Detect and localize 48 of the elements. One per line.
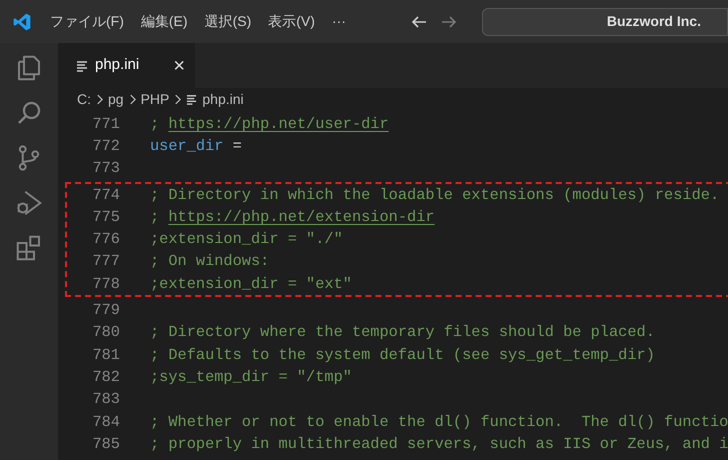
code-line: ; Defaults to the system default (see sys_get_temp_dir) [150,344,655,366]
code-line: ; Whether or not to enable the dl() function. The dl() functio [150,412,728,433]
line-number: 778 [91,274,120,295]
lines-icon [186,94,198,104]
line-number: 777 [91,251,120,272]
line-number: 774 [91,184,120,206]
chevron-icon [128,94,136,104]
code-line: ; https://php.net/extension-dir [150,206,435,228]
menu-item[interactable]: ファイル(F) [42,11,132,32]
line-number: 783 [91,389,120,410]
line-number: 771 [91,114,120,135]
lines-icon [76,60,88,72]
menu-item[interactable]: 編集(E) [132,11,196,32]
code-line: ;extension_dir = "./" [150,229,343,250]
breadcrumb-item[interactable]: pg [108,88,124,110]
breadcrumb-item[interactable]: PHP [140,88,170,110]
code-line: ;extension_dir = "ext" [150,274,352,295]
code-line: ; Directory where the temporary files should be placed. [150,322,655,344]
code-line: ; properly in multithreaded servers, such as IIS or Zeus, and i [150,434,728,455]
breadcrumb-item[interactable]: php.ini [202,88,244,110]
line-number: 781 [91,344,120,366]
code-line: user_dir = [150,136,242,157]
line-number: 776 [91,229,120,250]
search-field[interactable]: Buzzword Inc. [482,8,728,36]
app-logo-icon [12,12,32,32]
code-line: ; On windows: [150,251,270,272]
menu-item[interactable]: 選択(S) [196,11,260,32]
line-number: 780 [91,322,120,344]
menu-item[interactable]: 表示(V) [260,11,323,32]
tab-label: php.ini [95,55,140,76]
line-number: 784 [91,412,120,433]
more-menu[interactable]: ··· [324,11,354,32]
editor-tab[interactable]: php.ini × [58,43,195,88]
chevron-icon [174,94,182,104]
breadcrumb-item[interactable]: C: [77,88,91,110]
line-number: 772 [91,136,120,157]
line-number: 775 [91,206,120,228]
link[interactable]: https://php.net/extension-dir [168,208,435,226]
code-line: ;sys_temp_dir = "/tmp" [150,366,352,388]
line-number: 779 [91,300,120,322]
code-line: ; https://php.net/user-dir [150,114,389,135]
line-number: 782 [91,366,120,388]
line-number: 785 [91,434,120,455]
chevron-icon [96,94,103,104]
line-number: 773 [91,158,120,180]
link[interactable]: https://php.net/user-dir [168,114,389,133]
code-line: ; Directory in which the loadable extensions (modules) reside. [150,184,720,206]
close-button[interactable]: × [173,56,185,76]
